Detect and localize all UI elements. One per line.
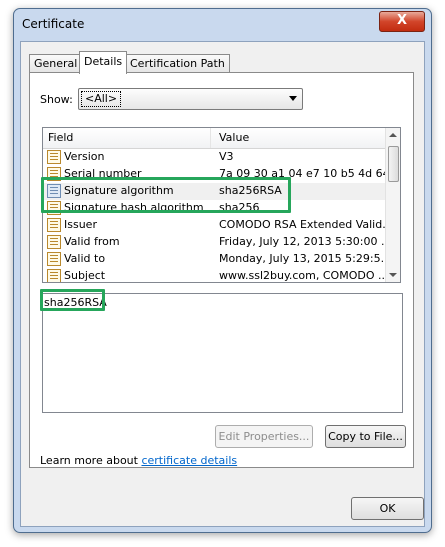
- list-item[interactable]: Subject www.ssl2buy.com, COMODO ...: [43, 268, 389, 282]
- learn-more-prefix: Learn more about: [40, 454, 142, 467]
- field-detail-box[interactable]: sha256RSA: [42, 293, 403, 413]
- chevron-down-icon: [289, 96, 297, 101]
- list-item[interactable]: Issuer COMODO RSA Extended Valid...: [43, 217, 393, 234]
- certificate-details-link[interactable]: certificate details: [141, 454, 237, 467]
- close-button[interactable]: X: [379, 11, 425, 32]
- list-item[interactable]: Valid to Monday, July 13, 2015 5:29:5...: [43, 251, 391, 268]
- detail-highlight-box: [40, 289, 105, 311]
- field-name: Valid from: [64, 235, 120, 248]
- title-bar[interactable]: Certificate X: [14, 9, 431, 41]
- certificate-field-icon: [47, 252, 61, 266]
- edit-properties-button[interactable]: Edit Properties...: [215, 425, 313, 448]
- scroll-thumb[interactable]: [388, 146, 399, 182]
- field-value: COMODO RSA Extended Valid...: [219, 218, 393, 231]
- list-item[interactable]: Valid from Friday, July 12, 2013 5:30:00…: [43, 234, 391, 251]
- details-panel: Show: <All> Field Value Version V3 Seria…: [29, 72, 414, 468]
- tab-certification-path[interactable]: Certification Path: [125, 54, 230, 73]
- window-title: Certificate: [22, 17, 85, 31]
- certificate-field-icon: [47, 269, 61, 282]
- dialog-body: General Details Certification Path Show:…: [20, 41, 425, 527]
- field-value: Friday, July 12, 2013 5:30:00 ...: [219, 235, 392, 248]
- field-value: www.ssl2buy.com, COMODO ...: [219, 269, 389, 282]
- ok-button[interactable]: OK: [351, 497, 424, 520]
- list-header: Field Value: [43, 128, 386, 149]
- tab-general[interactable]: General: [29, 54, 83, 73]
- signature-highlight-box: [41, 177, 291, 213]
- certificate-dialog: Certificate X General Details Certificat…: [13, 8, 432, 533]
- field-value: V3: [219, 150, 234, 163]
- tab-details[interactable]: Details: [79, 51, 128, 74]
- copy-to-file-button[interactable]: Copy to File...: [325, 425, 406, 448]
- certificate-field-icon: [47, 235, 61, 249]
- field-name: Issuer: [64, 218, 97, 231]
- certificate-field-icon: [47, 218, 61, 232]
- show-label: Show:: [40, 93, 73, 106]
- column-divider[interactable]: [210, 128, 211, 148]
- show-dropdown-value: <All>: [81, 91, 122, 107]
- list-scrollbar[interactable]: [385, 128, 400, 282]
- show-dropdown[interactable]: <All>: [78, 88, 303, 110]
- field-name: Subject: [64, 269, 106, 282]
- field-name: Version: [64, 150, 105, 163]
- scroll-up-arrow-icon[interactable]: [389, 133, 397, 137]
- learn-more-text: Learn more about certificate details: [40, 454, 237, 467]
- column-header-value[interactable]: Value: [219, 131, 249, 144]
- field-name: Valid to: [64, 252, 106, 265]
- column-header-field[interactable]: Field: [48, 131, 73, 144]
- list-item[interactable]: Version V3: [43, 149, 386, 166]
- certificate-field-icon: [47, 150, 61, 164]
- close-icon: X: [396, 13, 408, 28]
- field-value: Monday, July 13, 2015 5:29:5...: [219, 252, 392, 265]
- scroll-down-arrow-icon[interactable]: [389, 273, 397, 277]
